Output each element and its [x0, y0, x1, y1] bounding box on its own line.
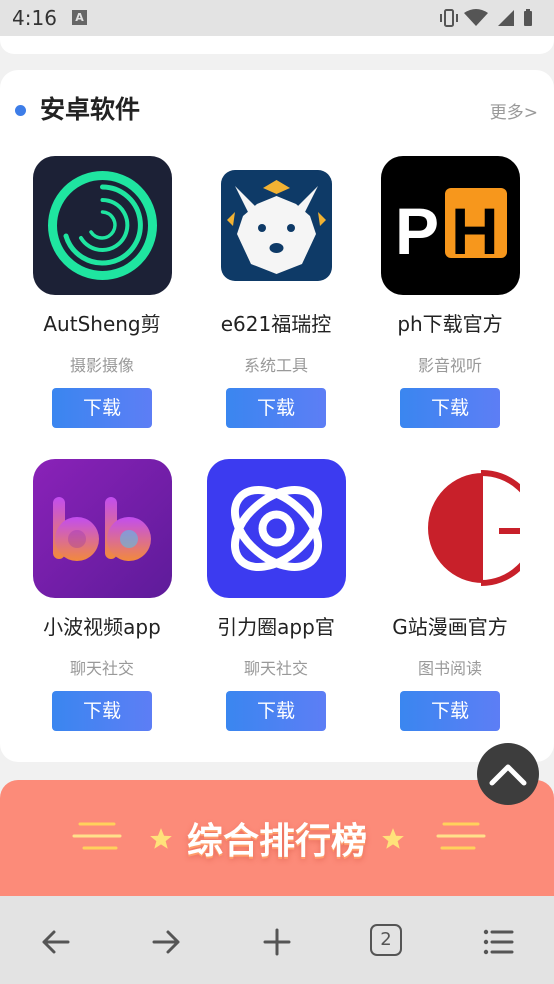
download-button[interactable]: 下载 — [226, 691, 326, 731]
app-tile[interactable]: 引力圈app官 聊天社交 下载 — [174, 459, 348, 749]
download-button[interactable]: 下载 — [52, 691, 152, 731]
app-tile[interactable]: e621福瑞控 系统工具 下载 — [174, 156, 348, 446]
download-button[interactable]: 下载 — [400, 691, 500, 731]
download-button[interactable]: 下载 — [52, 388, 152, 428]
notification-app-icon: A — [72, 10, 87, 25]
app-tile[interactable]: 小波视频app 聊天社交 下载 — [0, 459, 174, 749]
ph-logo-left: P — [395, 194, 439, 268]
forward-arrow-icon[interactable] — [144, 920, 188, 964]
tabs-count-button[interactable]: 2 — [370, 924, 402, 956]
status-bar: 4:16 A — [0, 0, 554, 36]
status-time: 4:16 — [12, 6, 57, 30]
previous-card-edge — [0, 36, 554, 54]
chevron-up-icon — [489, 764, 527, 786]
scroll-to-top-button[interactable] — [477, 743, 539, 805]
autsheng-app-icon[interactable] — [33, 156, 172, 295]
e621-app-icon[interactable] — [207, 156, 346, 295]
xiaobo-app-icon[interactable] — [33, 459, 172, 598]
battery-icon — [524, 11, 532, 26]
plus-icon[interactable] — [255, 920, 299, 964]
yinliquan-app-icon[interactable] — [207, 459, 346, 598]
section-bullet-icon — [15, 105, 26, 116]
status-icons — [440, 9, 532, 27]
app-tile[interactable]: P H ph下载官方 影音视听 下载 — [348, 156, 522, 446]
app-tile[interactable]: AutSheng剪 摄影摄像 下载 — [0, 156, 174, 446]
g-manga-app-icon[interactable] — [381, 459, 520, 598]
menu-icon[interactable] — [476, 920, 520, 964]
back-arrow-icon[interactable] — [34, 920, 78, 964]
app-category: 图书阅读 — [417, 659, 482, 678]
download-button[interactable]: 下载 — [226, 388, 326, 428]
ph-app-icon[interactable]: P H — [381, 156, 520, 295]
ph-logo-right: H — [451, 194, 499, 268]
wifi-icon — [464, 9, 488, 26]
ranking-banner-title: 综合排行榜 — [186, 821, 367, 862]
app-name: G站漫画官方 — [392, 615, 508, 639]
signal-icon — [498, 10, 514, 26]
section-title: 安卓软件 — [40, 95, 141, 124]
app-tile[interactable]: G站漫画官方 图书阅读 下载 — [348, 459, 522, 749]
app-category: 影音视听 — [417, 356, 482, 375]
download-button[interactable]: 下载 — [400, 388, 500, 428]
vibrate-icon — [440, 9, 458, 27]
more-link[interactable]: 更多> — [490, 98, 538, 123]
app-name: ph下载官方 — [397, 312, 503, 336]
